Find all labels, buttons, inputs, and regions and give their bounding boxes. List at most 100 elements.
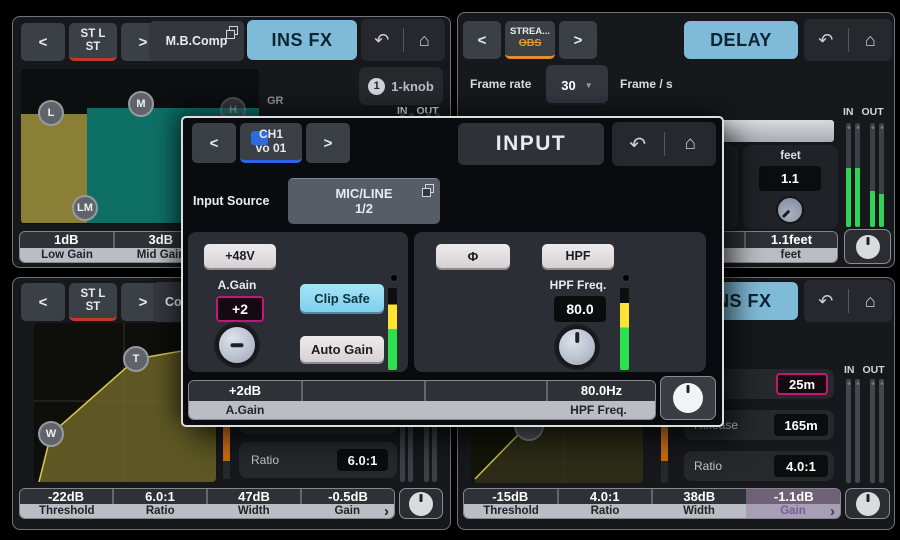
footer-knob-button[interactable] (845, 488, 890, 519)
out-label: OUT (863, 364, 885, 376)
footer-value-2[interactable] (301, 381, 424, 401)
again-value[interactable]: +2 (216, 296, 264, 322)
footer-value-3[interactable] (424, 381, 546, 401)
meter-labels: IN OUT (843, 106, 884, 118)
channel-name-line2: ST (86, 41, 101, 54)
channel-select-button[interactable]: ST L ST (69, 283, 117, 321)
hpf-button[interactable]: HPF (542, 244, 614, 268)
threshold-point[interactable]: T (123, 346, 149, 372)
out-meter-l (870, 123, 875, 227)
in-meter-r (855, 123, 860, 227)
out-meter-r (879, 379, 884, 483)
next-channel-button[interactable]: > (306, 123, 350, 163)
footer-label-hpf: HPF Freq. (542, 401, 655, 419)
copy-icon (425, 184, 434, 193)
input-source-line1: MIC/LINE (335, 187, 392, 202)
footer-value-ratio[interactable]: 6.0:1 (112, 489, 206, 504)
again-knob[interactable] (216, 324, 258, 366)
feet-value[interactable]: 1.1 (759, 166, 821, 191)
frame-rate-dropdown[interactable]: 30 ▼ (546, 65, 608, 105)
footer-label-threshold: Threshold (464, 504, 558, 518)
footer-value-gain-selected[interactable]: -1.1dB (746, 489, 841, 504)
release-value[interactable]: 165m (774, 414, 828, 436)
footer-value-width[interactable]: 38dB (651, 489, 746, 504)
ratio-row[interactable]: Ratio 6.0:1 (239, 442, 397, 478)
chevron-right-icon[interactable]: › (384, 504, 389, 519)
home-icon[interactable]: ⌂ (849, 30, 893, 51)
insert-slot-button[interactable]: M.B.Comp (149, 21, 244, 61)
undo-icon[interactable]: ↶ (361, 30, 403, 51)
phantom-48v-button[interactable]: +48V (204, 244, 276, 268)
footer-label-again: A.Gain (189, 401, 301, 419)
footer-value-width[interactable]: 47dB (206, 489, 300, 504)
channel-select-button[interactable]: CH1 vo 01 (240, 123, 302, 163)
input-dialog: < CH1 vo 01 > INPUT ↶ ⌂ Input Source MIC… (181, 116, 724, 427)
footer-value-again[interactable]: +2dB (189, 381, 301, 401)
row-label: Ratio (694, 459, 722, 473)
in-label: IN (843, 106, 854, 118)
footer-value-gain[interactable]: -0.5dB (300, 489, 394, 504)
attack-value-selected[interactable]: 25m (776, 373, 828, 395)
home-icon[interactable]: ⌂ (404, 30, 446, 51)
prev-channel-button[interactable]: < (192, 123, 236, 163)
in-meter-l (846, 379, 851, 483)
chevron-right-icon[interactable]: › (830, 504, 835, 519)
band-point-l[interactable]: L (38, 100, 64, 126)
home-icon[interactable]: ⌂ (849, 291, 893, 312)
footer-value-feet[interactable]: 1.1feet (744, 232, 837, 248)
dropdown-arrow-icon: ▼ (585, 81, 593, 90)
channel-name-line2: OBS (519, 38, 542, 50)
footer-label-ratio: Ratio (558, 504, 652, 518)
prev-channel-button[interactable]: < (21, 283, 65, 321)
footer-label-3 (422, 401, 542, 419)
peak-indicator (390, 274, 398, 282)
nav-group: ↶ ⌂ (804, 280, 892, 322)
footer-knob-button[interactable] (399, 488, 443, 519)
analog-gain-section: +48V A.Gain +2 Clip Safe Auto Gain (188, 232, 408, 372)
footer-value-threshold[interactable]: -15dB (464, 489, 557, 504)
band-point-m[interactable]: M (128, 91, 154, 117)
hpf-freq-label: HPF Freq. (538, 278, 618, 292)
prev-channel-button[interactable]: < (21, 23, 65, 61)
out-label: OUT (862, 106, 884, 118)
input-source-button[interactable]: MIC/LINE 1/2 (288, 178, 440, 224)
home-icon[interactable]: ⌂ (665, 133, 717, 155)
feet-knob[interactable] (770, 190, 810, 230)
next-channel-button[interactable]: > (559, 21, 597, 59)
footer-label-width: Width (652, 504, 746, 518)
footer-label-2 (301, 401, 422, 419)
again-label: A.Gain (204, 278, 270, 292)
channel-select-button[interactable]: ST L ST (69, 23, 117, 61)
footer-value-threshold[interactable]: -22dB (20, 489, 112, 504)
undo-icon[interactable]: ↶ (612, 132, 664, 157)
footer-knob-button[interactable] (660, 376, 716, 420)
ratio-row[interactable]: Ratio 4.0:1 (684, 451, 834, 481)
one-knob-button[interactable]: 1 1-knob (359, 67, 443, 105)
footer-value-hpf[interactable]: 80.0Hz (546, 381, 655, 401)
phase-button[interactable]: Φ (436, 244, 510, 268)
undo-icon[interactable]: ↶ (804, 291, 848, 312)
auto-gain-button[interactable]: Auto Gain (300, 336, 384, 362)
prev-channel-button[interactable]: < (463, 21, 501, 59)
peak-indicator (622, 274, 630, 282)
hpf-freq-value[interactable]: 80.0 (554, 296, 606, 322)
clip-safe-button[interactable]: Clip Safe (300, 284, 384, 312)
footer-knob-button[interactable] (844, 229, 891, 264)
insert-slot-label: M.B.Comp (166, 34, 228, 48)
footer-label-gain: Gain › (746, 504, 840, 518)
level-meter (620, 288, 629, 370)
channel-select-button[interactable]: STREA... OBS (505, 21, 555, 59)
band-point-lm[interactable]: LM (72, 195, 98, 221)
in-label: IN (844, 364, 855, 376)
footer-value-ratio[interactable]: 4.0:1 (557, 489, 652, 504)
dialog-title: INPUT (458, 123, 604, 165)
nav-group: ↶ ⌂ (612, 122, 716, 166)
parameter-footer: -15dB 4.0:1 38dB -1.1dB Threshold Ratio … (463, 488, 841, 519)
footer-label-width: Width (207, 504, 301, 518)
hpf-freq-knob[interactable] (556, 326, 598, 368)
undo-icon[interactable]: ↶ (804, 30, 848, 51)
footer-value-low-gain[interactable]: 1dB (20, 232, 113, 248)
width-point[interactable]: W (38, 421, 64, 447)
ratio-value[interactable]: 4.0:1 (774, 455, 828, 477)
out-meter-l (870, 379, 875, 483)
